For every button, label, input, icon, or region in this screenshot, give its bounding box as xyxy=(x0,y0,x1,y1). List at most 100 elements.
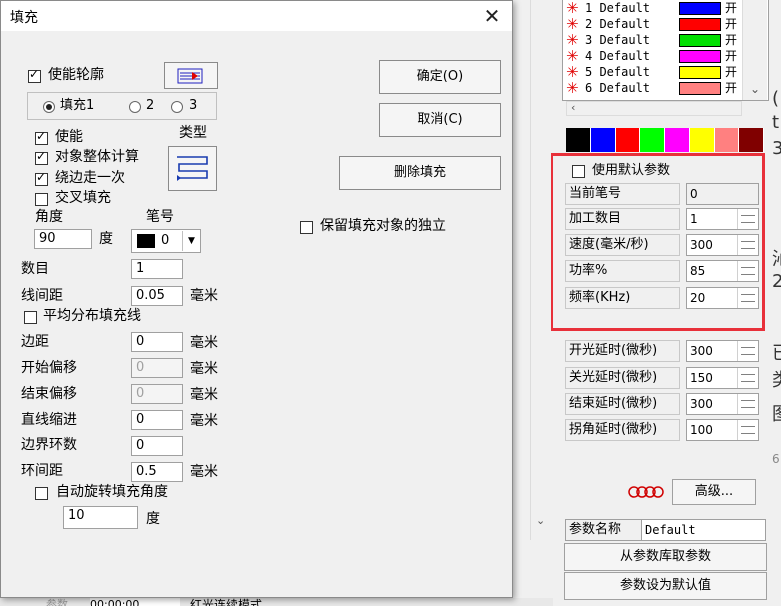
pen-list-hscrollbar[interactable]: ‹ xyxy=(566,101,742,116)
whole-calc-checkbox[interactable] xyxy=(35,149,48,165)
palette-color[interactable] xyxy=(566,128,591,152)
scroll-down-icon[interactable]: ⌄ xyxy=(750,82,760,96)
on-delay-spinner[interactable] xyxy=(737,341,758,361)
pen-row[interactable]: ✳ 1 Default 开 xyxy=(563,0,753,16)
pen-status[interactable]: 开 xyxy=(725,64,737,80)
close-icon[interactable]: ✕ xyxy=(475,3,509,29)
off-delay-value: 150 xyxy=(690,371,713,385)
time-display: 00:00:00 xyxy=(90,598,180,606)
margin-label: 边距 xyxy=(21,334,49,350)
palette-color[interactable] xyxy=(590,128,616,152)
background-text: 2 xyxy=(772,271,781,292)
end-offset-input[interactable]: 0 xyxy=(131,384,183,404)
edge-once-checkbox[interactable] xyxy=(35,170,48,186)
enable-outline-label: 使能轮廓 xyxy=(48,67,104,83)
ring-count-input[interactable]: 0 xyxy=(131,436,183,456)
cancel-button[interactable]: 取消(C) xyxy=(379,103,501,137)
param-name-input[interactable]: Default xyxy=(641,519,766,541)
on-delay-label: 开光延时(微秒) xyxy=(565,340,680,362)
background-text: ( xyxy=(772,88,780,109)
pen-status[interactable]: 开 xyxy=(725,16,737,32)
angle-input[interactable]: 90 xyxy=(34,229,92,249)
pen-color-swatch xyxy=(679,66,721,79)
corner-delay-spinner[interactable] xyxy=(737,420,758,440)
pen-row[interactable]: ✳ 4 Default 开 xyxy=(563,48,753,64)
pen-star-icon: ✳ xyxy=(566,31,579,49)
corner-delay-input[interactable]: 100 xyxy=(686,419,759,441)
rotate-angle-input[interactable]: 10 xyxy=(63,506,138,529)
chevron-down-icon[interactable]: ▼ xyxy=(182,231,200,251)
line-indent-input[interactable]: 0 xyxy=(131,410,183,430)
pen-status[interactable]: 开 xyxy=(725,80,737,96)
fill-type-icon xyxy=(176,156,208,181)
pen-row[interactable]: ✳ 6 Default 开 xyxy=(563,80,753,96)
cross-fill-checkbox[interactable] xyxy=(35,193,48,206)
end-delay-spinner[interactable] xyxy=(737,394,758,414)
start-offset-label: 开始偏移 xyxy=(21,360,77,376)
pen-list-scrollbar[interactable]: ⌄ xyxy=(742,0,767,100)
pen-select[interactable]: 0 ▼ xyxy=(131,229,201,253)
off-delay-input[interactable]: 150 xyxy=(686,367,759,389)
fill-type-button[interactable] xyxy=(168,146,217,191)
line-spacing-input[interactable]: 0.05 xyxy=(131,286,183,306)
fill-count-input[interactable]: 1 xyxy=(131,259,183,279)
palette-color[interactable] xyxy=(714,128,740,152)
outline-settings-button[interactable] xyxy=(164,62,218,89)
edge-once-label: 绕边走一次 xyxy=(55,170,125,186)
set-default-button[interactable]: 参数设为默认值 xyxy=(564,572,767,600)
fill1-radio[interactable] xyxy=(43,101,55,113)
ring-spacing-input[interactable]: 0.5 xyxy=(131,462,183,482)
palette-color[interactable] xyxy=(665,128,690,152)
even-distribution-checkbox[interactable] xyxy=(24,311,37,324)
margin-input[interactable]: 0 xyxy=(131,332,183,352)
mm-unit: 毫米 xyxy=(190,387,218,403)
on-delay-input[interactable]: 300 xyxy=(686,340,759,362)
pen-list[interactable]: ✳ 1 Default 开 ✳ 2 Default 开 ✳ 3 Default … xyxy=(562,0,769,101)
pen-star-icon: ✳ xyxy=(566,47,579,65)
red-light-mode-label: 红光连续模式 xyxy=(190,598,263,606)
line-indent-label: 直线缩进 xyxy=(21,412,77,428)
delete-fill-button[interactable]: 删除填充 xyxy=(339,156,501,190)
pen-label: 4 Default xyxy=(585,49,651,63)
palette-color[interactable] xyxy=(640,128,665,152)
pen-color-swatch xyxy=(679,34,721,47)
enable-label: 使能 xyxy=(55,129,83,145)
panel-scrollbar[interactable]: ⌄ xyxy=(530,0,551,540)
scroll-left-icon[interactable]: ‹ xyxy=(571,101,575,114)
ok-button[interactable]: 确定(O) xyxy=(379,60,501,94)
auto-rotate-checkbox[interactable] xyxy=(35,487,48,500)
ring-count-label: 边界环数 xyxy=(21,437,77,453)
fill3-radio[interactable] xyxy=(171,101,183,113)
background-text: 6 xyxy=(772,452,780,466)
fill2-radio[interactable] xyxy=(129,101,141,113)
start-offset-input[interactable]: 0 xyxy=(131,358,183,378)
off-delay-spinner[interactable] xyxy=(737,368,758,388)
palette-color[interactable] xyxy=(689,128,715,152)
enable-outline-checkbox[interactable] xyxy=(28,67,41,83)
pulse-wave-icon[interactable] xyxy=(626,482,666,502)
color-palette[interactable] xyxy=(566,128,764,152)
pen-status[interactable]: 开 xyxy=(725,32,737,48)
enable-checkbox[interactable] xyxy=(35,129,48,145)
pen-status[interactable]: 开 xyxy=(725,48,737,64)
scroll-down-icon[interactable]: ⌄ xyxy=(536,514,545,527)
angle-unit: 度 xyxy=(99,231,113,247)
pen-row[interactable]: ✳ 2 Default 开 xyxy=(563,16,753,32)
pen-label: 3 Default xyxy=(585,33,651,47)
pen-row[interactable]: ✳ 5 Default 开 xyxy=(563,64,753,80)
pen-row[interactable]: ✳ 3 Default 开 xyxy=(563,32,753,48)
advanced-button[interactable]: 高级... xyxy=(672,479,756,505)
keep-independent-checkbox[interactable] xyxy=(300,221,313,234)
background-text: t xyxy=(772,112,780,133)
end-delay-input[interactable]: 300 xyxy=(686,393,759,415)
cross-fill-label: 交叉填充 xyxy=(55,190,111,206)
load-from-library-button[interactable]: 从参数库取参数 xyxy=(564,543,767,571)
ring-spacing-label: 环间距 xyxy=(21,463,63,479)
palette-color[interactable] xyxy=(739,128,764,152)
auto-rotate-label: 自动旋转填充角度 xyxy=(56,484,168,500)
pen-star-icon: ✳ xyxy=(566,15,579,33)
palette-color[interactable] xyxy=(615,128,641,152)
outline-icon xyxy=(177,68,203,84)
pen-status[interactable]: 开 xyxy=(725,0,737,16)
dialog-titlebar[interactable]: 填充 ✕ xyxy=(1,1,512,31)
